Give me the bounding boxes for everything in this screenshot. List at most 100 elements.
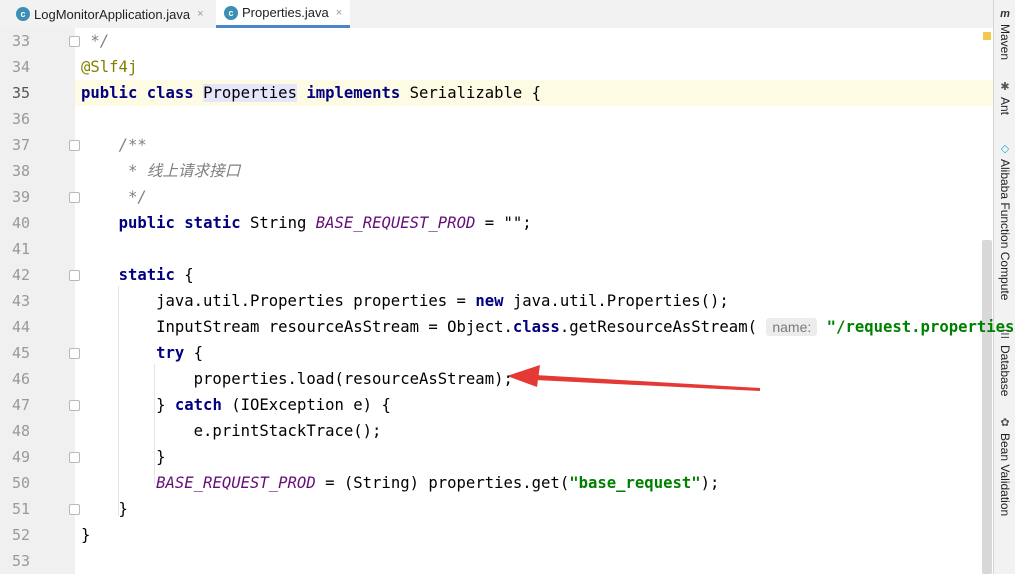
vertical-scrollbar[interactable] [982, 240, 992, 574]
code-line[interactable] [75, 262, 993, 288]
java-class-icon: c [16, 7, 30, 21]
maven-tool-window[interactable]: m Maven [994, 8, 1015, 60]
tab-label: Properties.java [242, 5, 329, 20]
code-token: } [81, 526, 91, 544]
code-line[interactable] [75, 548, 993, 574]
code-line[interactable] [75, 184, 993, 210]
fold-marker-icon[interactable] [69, 192, 80, 203]
code-token: ); [700, 474, 720, 492]
line-number: 33 [11, 32, 30, 50]
code-text: static { [81, 262, 194, 288]
code-text: BASE_REQUEST_PROD = (String) properties.… [81, 470, 719, 496]
code-line[interactable] [75, 28, 993, 54]
code-text: */ [81, 184, 147, 210]
close-icon[interactable]: × [197, 8, 203, 20]
code-token: */ [118, 188, 147, 206]
code-token: public [81, 84, 138, 102]
tab-label: LogMonitorApplication.java [34, 6, 191, 22]
code-token: implements [306, 84, 401, 102]
code-token: "/request.properties" [826, 318, 1015, 336]
line-number: 39 [11, 188, 30, 206]
java-class-icon: c [224, 5, 238, 20]
code-token: "base_request" [569, 474, 701, 492]
fold-marker-icon[interactable] [69, 270, 80, 281]
code-line[interactable] [75, 132, 993, 158]
code-token: { [174, 266, 194, 284]
line-number: 42 [11, 266, 30, 284]
code-text: properties.load(resourceAsStream); [81, 366, 513, 392]
code-token: e.printStackTrace(); [81, 422, 382, 440]
code-text: } [81, 496, 128, 522]
code-line[interactable] [75, 54, 993, 80]
code-token: BASE_REQUEST_PROD [156, 474, 316, 492]
ant-icon: ✱ [1000, 81, 1010, 93]
line-number: 34 [11, 58, 30, 76]
line-number: 45 [11, 344, 30, 362]
line-number: 47 [11, 396, 30, 414]
code-token: @Slf4j [81, 58, 138, 76]
close-icon[interactable]: × [336, 7, 342, 19]
fold-marker-icon[interactable] [69, 400, 80, 411]
code-text: @Slf4j [81, 54, 137, 80]
code-token: Serializable { [400, 84, 542, 102]
code-token: static [118, 266, 175, 284]
code-line[interactable] [75, 496, 993, 522]
code-line[interactable] [75, 444, 993, 470]
alibaba-function-compute-tool-window[interactable]: ◇ Alibaba Function Compute [994, 142, 1015, 300]
code-token: properties.load(resourceAsStream); [81, 370, 513, 388]
code-token: BASE_REQUEST_PROD [315, 214, 476, 232]
code-text: } [81, 522, 90, 548]
fold-marker-icon[interactable] [69, 36, 80, 47]
editor-tab-bar: c LogMonitorApplication.java × c Propert… [0, 0, 993, 29]
tab-logmonitorapplication[interactable]: c LogMonitorApplication.java × [16, 0, 204, 28]
code-token: Properties [203, 84, 297, 102]
tab-properties[interactable]: c Properties.java × [216, 0, 351, 28]
code-token: java.util.Properties(); [503, 292, 729, 310]
code-line[interactable] [75, 106, 993, 132]
bean-validation-icon: ✿ [1000, 417, 1010, 429]
code-text: public class Properties implements Seria… [81, 80, 541, 106]
line-number: 53 [11, 552, 30, 570]
code-token: new [475, 292, 504, 310]
line-number: 38 [11, 162, 30, 180]
line-number: 44 [11, 318, 30, 336]
fold-marker-icon[interactable] [69, 140, 80, 151]
tool-window-label: Ant [998, 97, 1012, 116]
fold-marker-icon[interactable] [69, 504, 80, 515]
code-token: = (String) properties.get( [315, 474, 570, 492]
code-text: } catch (IOException e) { [81, 392, 391, 418]
bean-validation-tool-window[interactable]: ✿ Bean Validation [994, 416, 1015, 516]
ant-tool-window[interactable]: ✱ Ant [994, 80, 1015, 115]
fold-marker-icon[interactable] [69, 452, 80, 463]
code-token: java.util.Properties properties = [81, 292, 476, 310]
code-text: /** [81, 132, 147, 158]
code-text: } [81, 444, 165, 470]
code-token: String [240, 214, 316, 232]
alibaba-icon: ◇ [1000, 143, 1010, 155]
tool-window-label: Bean Validation [998, 433, 1012, 517]
code-text: e.printStackTrace(); [81, 418, 382, 444]
fold-marker-icon[interactable] [69, 348, 80, 359]
arrow-shaft [535, 375, 760, 391]
line-number: 36 [11, 110, 30, 128]
code-line[interactable] [75, 522, 993, 548]
code-token: class [146, 84, 194, 102]
right-tool-window-bar: m Maven ✱ Ant ◇ Alibaba Function Compute… [993, 0, 1015, 574]
code-token: try [156, 344, 185, 362]
code-text: try { [81, 340, 203, 366]
line-number: 48 [11, 422, 30, 440]
inspection-marker[interactable] [983, 32, 991, 40]
code-text: public static String BASE_REQUEST_PROD =… [81, 210, 532, 236]
line-number: 46 [11, 370, 30, 388]
maven-icon: m [1000, 8, 1010, 20]
parameter-hint: name: [766, 318, 818, 336]
code-line[interactable] [75, 236, 993, 262]
